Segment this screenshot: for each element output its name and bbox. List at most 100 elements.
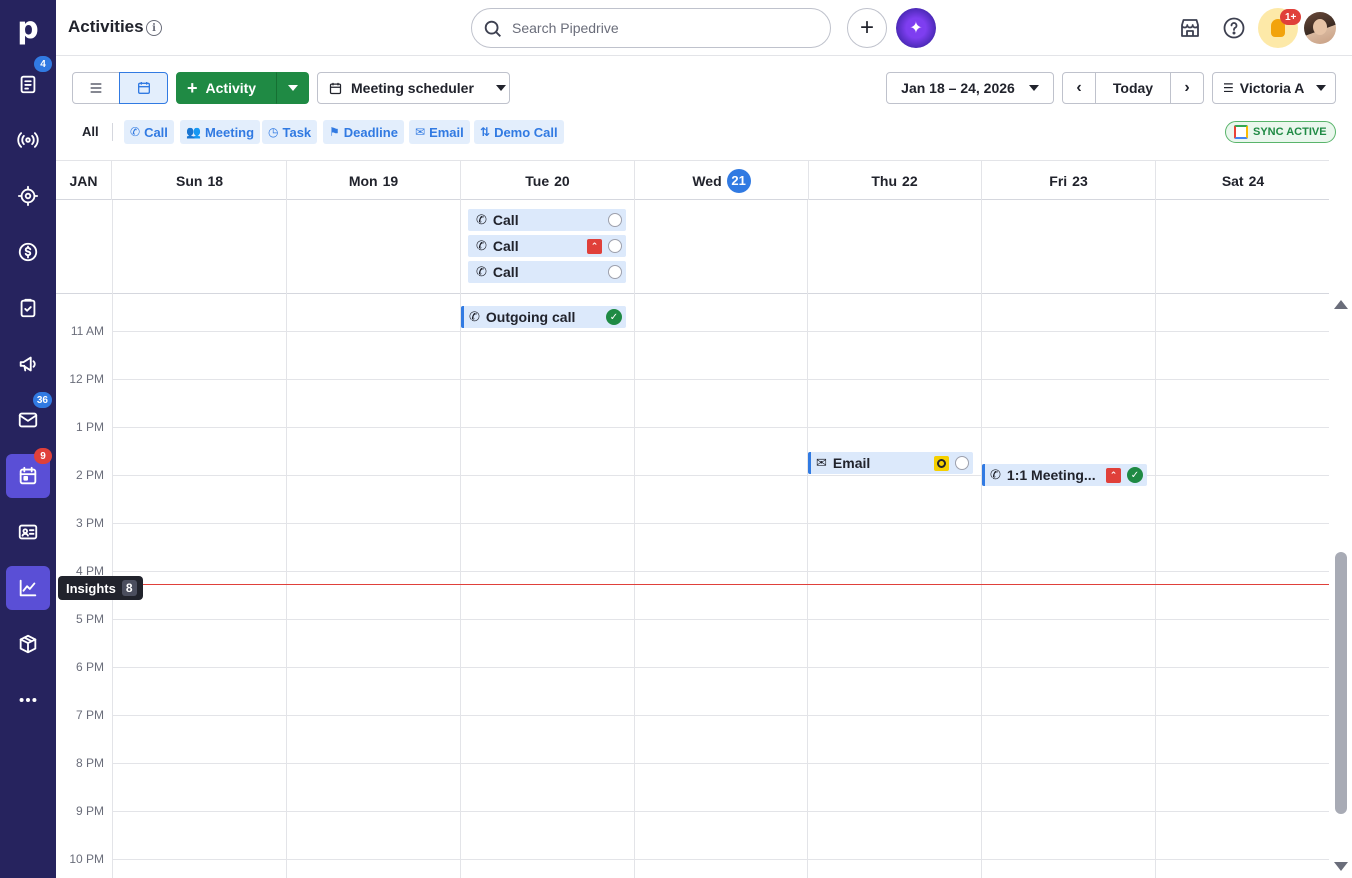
filter-task[interactable]: ◷ Task <box>262 120 318 144</box>
hour-label: 11 AM <box>70 324 104 338</box>
sidebar-item-deals[interactable] <box>6 230 50 274</box>
date-range-label: Jan 18 – 24, 2026 <box>901 80 1015 96</box>
mark-done-checkbox[interactable] <box>955 456 969 470</box>
search-icon <box>484 20 501 37</box>
hour-label: 2 PM <box>75 468 104 482</box>
leads-inbox-icon <box>20 75 36 94</box>
inbox-icon: ✉ <box>415 125 426 139</box>
sidebar-item-radar[interactable] <box>6 118 50 162</box>
all-day-event[interactable]: ✆ Call <box>468 261 626 283</box>
demo-call-icon: ⇅ <box>480 125 491 139</box>
ai-assistant-button[interactable]: ✦ <box>896 8 936 48</box>
help-icon[interactable] <box>1222 16 1246 40</box>
more-dots-icon <box>19 697 37 703</box>
done-check-icon[interactable]: ✓ <box>606 309 622 325</box>
marketplace-icon[interactable] <box>1178 16 1202 40</box>
high-priority-icon: ⌃ <box>587 238 602 254</box>
box-icon <box>19 634 37 654</box>
today-button[interactable]: Today <box>1095 72 1171 104</box>
sidebar-item-activities[interactable]: 9 <box>6 448 52 498</box>
add-activity-button[interactable]: + Activity <box>176 72 277 104</box>
filter-all[interactable]: All <box>82 124 99 139</box>
day-header-mon[interactable]: Mon 19 <box>287 161 461 200</box>
scrollbar-thumb[interactable] <box>1335 552 1347 814</box>
next-week-button[interactable]: › <box>1170 72 1204 104</box>
chart-line-icon <box>19 579 37 597</box>
add-activity-dropdown[interactable] <box>276 72 309 104</box>
sidebar-item-projects[interactable] <box>6 286 50 330</box>
filter-meeting[interactable]: 👥 Meeting <box>180 120 261 144</box>
caret-down-icon <box>287 85 298 91</box>
sidebar-item-leads[interactable]: 4 <box>6 56 52 106</box>
filter-call[interactable]: ✆ Call <box>124 120 174 144</box>
google-calendar-icon <box>1234 125 1248 139</box>
user-filter-label: Victoria A <box>1239 80 1305 96</box>
filter-demo-call[interactable]: ⇅ Demo Call <box>474 120 564 144</box>
filter-icon: ☰ <box>1223 81 1234 95</box>
tooltip-count: 8 <box>121 580 137 596</box>
quick-add-button[interactable]: + <box>847 8 887 48</box>
sparkle-icon: ✦ <box>909 20 923 37</box>
meeting-scheduler-button[interactable]: Meeting scheduler <box>317 72 510 104</box>
filter-divider <box>112 123 113 141</box>
mark-done-checkbox[interactable] <box>608 213 622 227</box>
info-icon[interactable]: i <box>146 20 162 36</box>
high-priority-icon: ⌃ <box>1106 467 1121 483</box>
sidebar-item-contacts[interactable] <box>6 510 50 554</box>
timed-event-outgoing-call[interactable]: ✆ Outgoing call ✓ <box>461 306 626 328</box>
calendar-icon <box>329 82 342 94</box>
pipedrive-logo[interactable]: p <box>0 0 56 56</box>
day-header-tue[interactable]: Tue 20 <box>461 161 635 200</box>
hour-label: 8 PM <box>75 756 104 770</box>
sidebar-item-target[interactable] <box>6 174 50 218</box>
all-day-area[interactable]: ✆ Call ✆ Call ⌃ ✆ Call <box>56 200 1329 294</box>
day-header-thu[interactable]: Thu 22 <box>808 161 982 200</box>
leads-badge: 4 <box>34 56 52 72</box>
sidebar-item-insights[interactable] <box>6 566 50 610</box>
sidebar-item-more[interactable] <box>6 678 50 722</box>
calendar-scrollbar[interactable] <box>1329 294 1352 878</box>
caret-down-icon <box>1028 85 1039 91</box>
search-input[interactable] <box>512 18 812 38</box>
day-header-sat[interactable]: Sat 24 <box>1156 161 1330 200</box>
filter-email[interactable]: ✉ Email <box>409 120 470 144</box>
mark-done-checkbox[interactable] <box>608 265 622 279</box>
page-title: Activities <box>68 17 144 36</box>
previous-week-button[interactable]: ‹ <box>1062 72 1096 104</box>
day-header-fri[interactable]: Fri 23 <box>982 161 1156 200</box>
day-header-sun[interactable]: Sun 18 <box>113 161 287 200</box>
day-header-wed[interactable]: Wed 21 <box>635 161 809 200</box>
time-grid[interactable]: 11 AM 12 PM 1 PM 2 PM 3 PM 4 PM 5 PM 6 P… <box>56 294 1329 878</box>
timed-event-email[interactable]: ✉ Email <box>808 452 973 474</box>
phone-icon: ✆ <box>130 125 141 139</box>
filter-deadline-label: Deadline <box>343 124 398 140</box>
phone-icon: ✆ <box>476 238 487 253</box>
filter-task-label: Task <box>282 124 312 140</box>
list-view-button[interactable] <box>72 72 120 104</box>
user-avatar[interactable] <box>1304 12 1336 44</box>
done-check-icon[interactable]: ✓ <box>1127 467 1143 483</box>
sidebar: p 4 36 9 <box>0 0 56 878</box>
timed-event-meeting[interactable]: ✆ 1:1 Meeting... ⌃ ✓ <box>982 464 1147 486</box>
sidebar-item-products[interactable] <box>6 622 50 666</box>
filter-email-label: Email <box>429 124 464 140</box>
hour-label: 6 PM <box>75 660 104 674</box>
hour-label: 10 PM <box>69 852 104 866</box>
all-day-event[interactable]: ✆ Call <box>468 209 626 231</box>
filter-deadline[interactable]: ⚑ Deadline <box>323 120 404 144</box>
scroll-down-arrow-icon[interactable] <box>1334 862 1348 871</box>
user-filter-dropdown[interactable]: ☰ Victoria A <box>1212 72 1336 104</box>
calendar-view-button[interactable] <box>119 72 168 104</box>
mark-done-checkbox[interactable] <box>608 239 622 253</box>
search-box[interactable] <box>471 8 831 48</box>
scroll-up-arrow-icon[interactable] <box>1334 300 1348 309</box>
contact-card-icon <box>18 524 38 540</box>
sidebar-item-mail[interactable]: 36 <box>6 392 52 442</box>
all-day-event[interactable]: ✆ Call ⌃ <box>468 235 626 257</box>
phone-icon: ✆ <box>476 264 487 279</box>
today-indicator: 21 <box>726 168 751 193</box>
sync-status-badge[interactable]: SYNC ACTIVE <box>1225 121 1336 143</box>
hour-label: 3 PM <box>75 516 104 530</box>
date-range-picker[interactable]: Jan 18 – 24, 2026 <box>886 72 1054 104</box>
sidebar-item-campaigns[interactable] <box>6 342 50 386</box>
